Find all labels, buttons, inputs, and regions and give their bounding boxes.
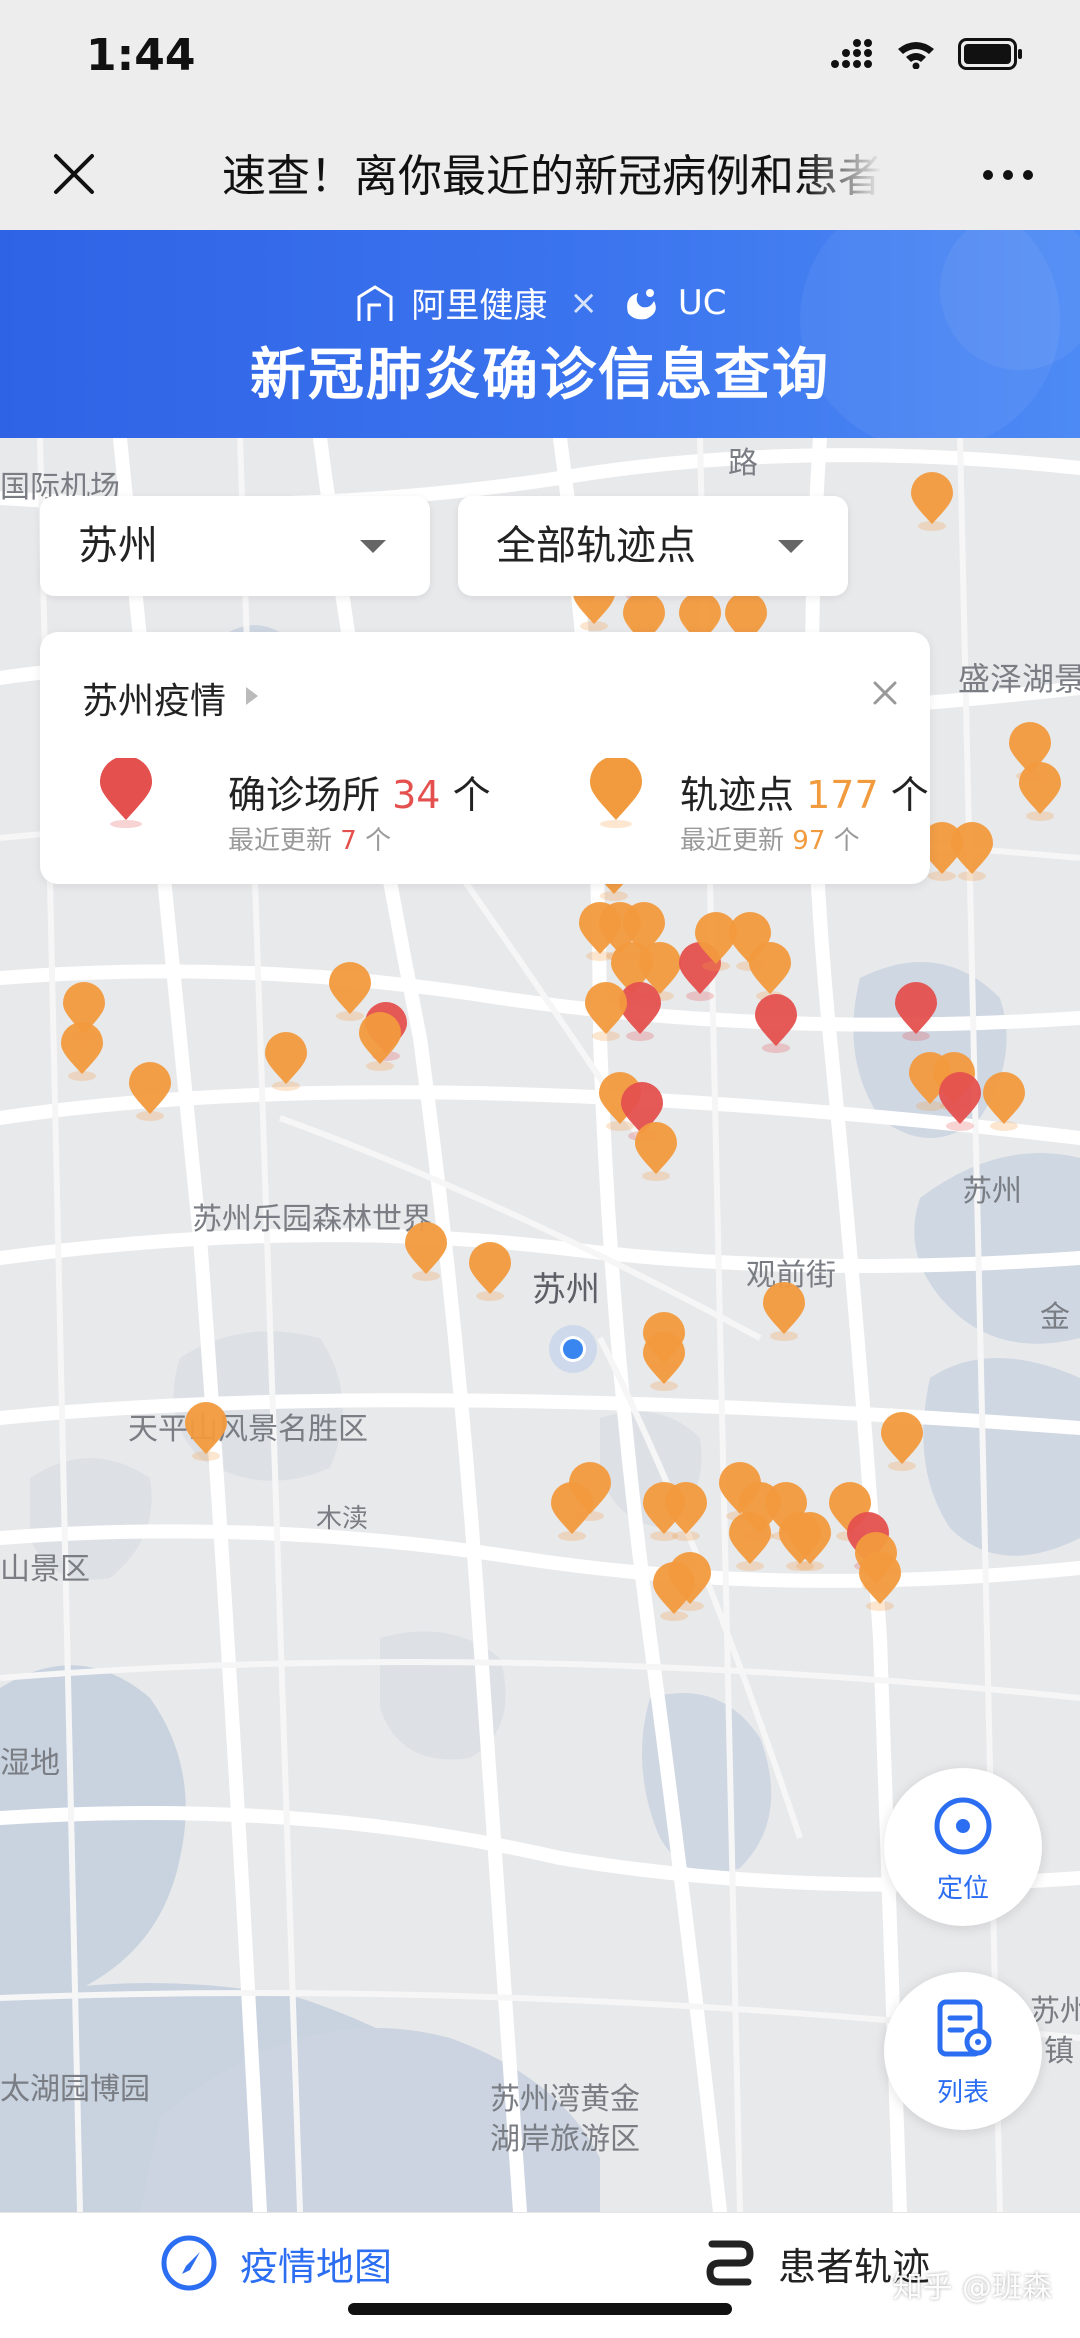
locate-icon <box>934 1797 992 1855</box>
map-label-scenic: 山景区 <box>0 1552 90 1587</box>
brand-separator: × <box>569 282 598 323</box>
map-label-shengze-lake: 盛泽湖景 <box>958 660 1080 698</box>
banner: 阿里健康 × UC 新冠肺炎确诊信息查询 <box>0 230 1080 438</box>
map-label-mudu: 木渎 <box>316 1504 369 1534</box>
status-time: 1:44 <box>86 30 196 81</box>
track-point-pin[interactable] <box>857 1552 903 1612</box>
track-point-pin[interactable] <box>633 1122 679 1182</box>
track-point-pin[interactable] <box>549 1482 595 1542</box>
more-icon[interactable] <box>978 160 1038 190</box>
map-label-wetland: 湿地 <box>0 1746 60 1781</box>
confirmed-update-count: 7 <box>340 826 357 856</box>
track-point-pin[interactable] <box>583 982 629 1042</box>
track-point-pin[interactable] <box>183 1402 229 1462</box>
track-update-label: 最近更新 <box>680 826 785 856</box>
track-point-pin[interactable] <box>667 1552 713 1612</box>
wifi-icon <box>898 42 934 69</box>
confirmed-update-unit: 个 <box>365 826 392 856</box>
point-type-dropdown-label: 全部轨迹点 <box>496 523 696 569</box>
track-point-pin[interactable] <box>403 1222 449 1282</box>
summary-card-title[interactable]: 苏州疫情 <box>82 672 226 724</box>
city-dropdown-label: 苏州 <box>78 523 158 569</box>
page-title: 速查！离你最近的新冠病例和患者 <box>222 151 882 202</box>
brand-alihealth: 阿里健康 <box>411 286 548 326</box>
track-point-pin[interactable] <box>747 942 793 1002</box>
confirmed-location-pin[interactable] <box>893 982 939 1042</box>
compass-icon <box>161 2235 217 2291</box>
track-point-pin[interactable] <box>1017 762 1063 822</box>
track-update-unit: 个 <box>833 826 860 856</box>
track-update-count: 97 <box>792 826 826 856</box>
banner-title: 新冠肺炎确诊信息查询 <box>250 343 830 408</box>
map-label-tianping: 天平山风景名胜区 <box>128 1412 368 1447</box>
track-label: 轨迹点 <box>680 773 795 817</box>
track-point-pin[interactable] <box>879 1412 925 1472</box>
alihealth-logo-icon <box>357 284 393 321</box>
list-icon <box>937 1999 992 2057</box>
brand-uc: UC <box>677 282 727 323</box>
confirmed-update-label: 最近更新 <box>228 826 333 856</box>
map-label-town: 镇 <box>1044 2034 1074 2069</box>
track-unit: 个 <box>890 773 929 817</box>
track-point-pin[interactable] <box>949 822 995 882</box>
map-label-jin: 金 <box>1040 1300 1070 1335</box>
track-point-pin[interactable] <box>59 1022 105 1082</box>
close-icon[interactable] <box>46 146 102 202</box>
confirmed-unit: 个 <box>452 773 491 817</box>
confirmed-label: 确诊场所 <box>228 773 381 817</box>
track-point-pin[interactable] <box>909 472 955 532</box>
track-point-pin[interactable] <box>761 1282 807 1342</box>
nav-bar: 速查！离你最近的新冠病例和患者 <box>0 120 1080 230</box>
map-label-suzhou-right: 苏州 <box>962 1174 1022 1209</box>
status-bar: 1:44 <box>0 0 1080 120</box>
track-point-pin[interactable] <box>663 1482 709 1542</box>
map-label-lakeshore: 湖岸旅游区 <box>490 2122 640 2157</box>
track-count: 177 <box>806 773 879 817</box>
list-label: 列表 <box>936 2078 989 2108</box>
map-label-suzhou-bay: 苏州湾黄金 <box>490 2082 640 2117</box>
caret-down-icon <box>778 540 804 553</box>
confirmed-count: 34 <box>392 773 441 817</box>
point-type-dropdown[interactable]: 全部轨迹点 <box>458 496 848 596</box>
tab-epidemic-map[interactable]: 疫情地图 <box>160 2213 392 2313</box>
watermark: 知乎 @班森 <box>892 2270 1052 2305</box>
arrow-right-icon <box>246 687 258 705</box>
track-point-pin[interactable] <box>357 1012 403 1072</box>
red-pin-icon <box>100 758 152 828</box>
close-icon[interactable] <box>872 680 898 706</box>
map-label-suzhou-br: 苏州 <box>1030 1994 1080 2029</box>
track-route-icon <box>706 2240 754 2286</box>
track-point-pin[interactable] <box>127 1062 173 1122</box>
track-point-pin[interactable] <box>727 1512 773 1572</box>
confirmed-location-pin[interactable] <box>753 994 799 1054</box>
track-point-pin[interactable] <box>787 1512 833 1572</box>
home-indicator <box>348 2303 732 2315</box>
orange-pin-icon <box>590 758 642 828</box>
locate-label: 定位 <box>936 1874 989 1904</box>
summary-card: 苏州疫情 确诊场所 34 个 最近更新 7 个 轨迹点 177 个 最近更新 9… <box>40 632 930 884</box>
battery-icon <box>958 38 1022 70</box>
track-point-pin[interactable] <box>981 1072 1027 1132</box>
city-dropdown[interactable]: 苏州 <box>40 496 430 596</box>
list-button[interactable]: 列表 <box>884 1972 1042 2130</box>
map-label-amusement-park: 苏州乐园森林世界 <box>192 1202 432 1237</box>
map-label-road: 路 <box>728 446 758 481</box>
track-point-pin[interactable] <box>641 1332 687 1392</box>
track-point-pin[interactable] <box>467 1242 513 1302</box>
tab-epidemic-map-label: 疫情地图 <box>240 2244 393 2289</box>
signal-icon <box>831 39 872 68</box>
confirmed-location-pin[interactable] <box>937 1072 983 1132</box>
map-label-suzhou: 苏州 <box>532 1270 600 1310</box>
locate-button[interactable]: 定位 <box>884 1768 1042 1926</box>
map-label-taihu-expo: 太湖园博园 <box>0 2072 150 2107</box>
caret-down-icon <box>360 540 386 553</box>
uc-logo-icon <box>627 288 656 319</box>
track-point-pin[interactable] <box>263 1032 309 1092</box>
current-location-marker <box>549 1325 597 1373</box>
